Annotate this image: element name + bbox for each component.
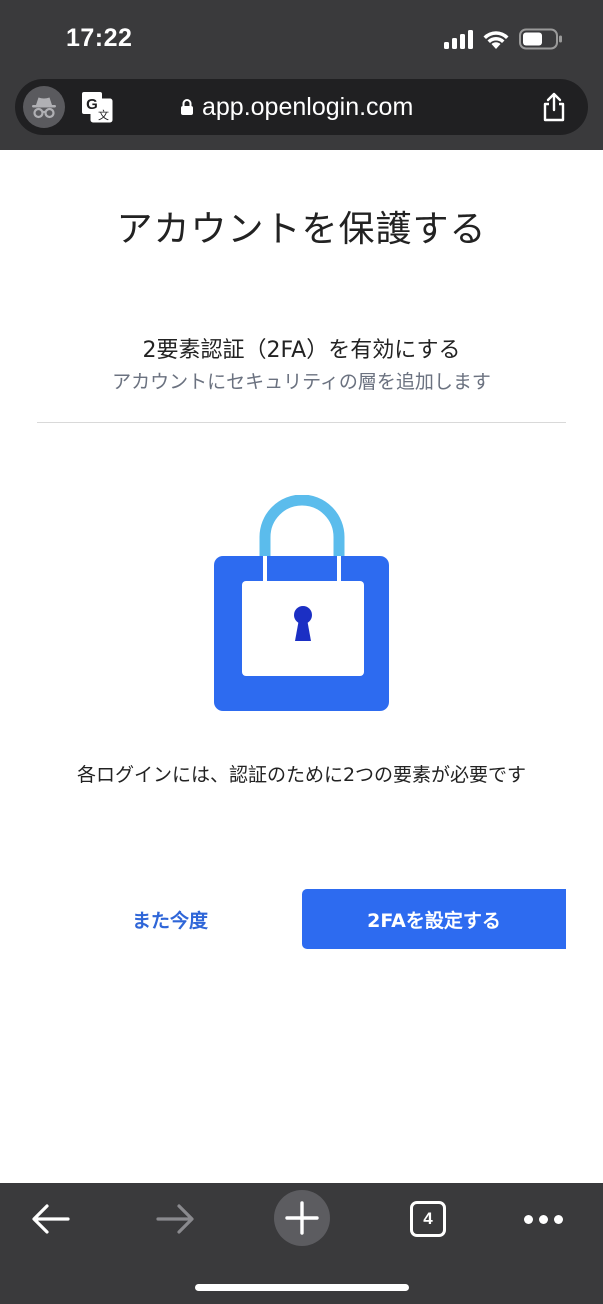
status-time: 17:22 xyxy=(66,24,133,52)
wifi-icon xyxy=(482,28,510,50)
svg-text:文: 文 xyxy=(98,108,109,122)
home-indicator[interactable] xyxy=(195,1284,409,1291)
status-bar: 17:22 xyxy=(0,0,603,78)
share-icon[interactable] xyxy=(536,89,572,125)
divider xyxy=(37,422,566,423)
incognito-icon[interactable] xyxy=(23,86,65,128)
signal-icon xyxy=(444,29,473,49)
info-text: 各ログインには、認証のために2つの要素が必要です xyxy=(76,764,527,786)
tab-count: 4 xyxy=(410,1201,446,1237)
setup-2fa-button[interactable]: 2FAを設定する xyxy=(302,889,566,949)
tabs-button[interactable]: 4 xyxy=(404,1195,452,1243)
svg-text:G: G xyxy=(86,96,98,113)
battery-icon xyxy=(519,28,563,50)
url-text: app.openlogin.com xyxy=(202,92,414,121)
browser-top-chrome: 17:22 G 文 app.openlogin.com xyxy=(0,0,603,150)
back-arrow-icon[interactable] xyxy=(26,1195,74,1243)
later-button[interactable]: また今度 xyxy=(86,889,254,949)
url-display[interactable]: app.openlogin.com xyxy=(180,79,413,135)
padlock-icon xyxy=(200,494,404,717)
forward-arrow-icon[interactable] xyxy=(152,1195,200,1243)
status-icons xyxy=(444,26,563,52)
more-icon[interactable] xyxy=(518,1195,568,1243)
plus-icon[interactable] xyxy=(274,1190,330,1246)
description: アカウントにセキュリティの層を追加します xyxy=(112,371,491,393)
address-bar[interactable]: G 文 app.openlogin.com xyxy=(15,79,588,135)
lock-icon xyxy=(181,99,193,115)
subtitle: 2要素認証（2FA）を有効にする xyxy=(142,338,461,363)
translate-icon[interactable]: G 文 xyxy=(79,89,115,125)
page-title: アカウントを保護する xyxy=(116,209,487,250)
browser-toolbar: 4 xyxy=(0,1183,603,1304)
